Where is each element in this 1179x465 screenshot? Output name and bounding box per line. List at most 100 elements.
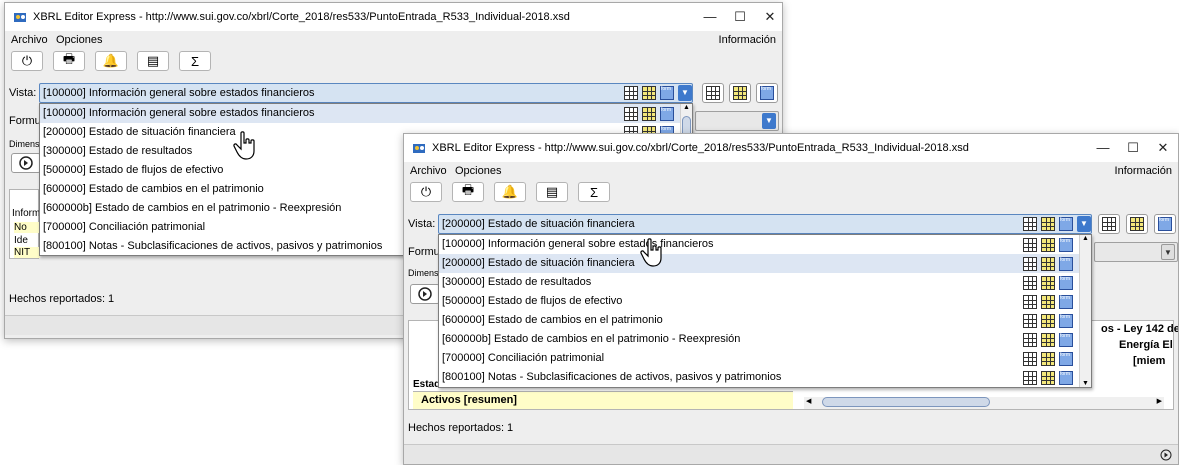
navigate-button[interactable] xyxy=(11,153,41,173)
grid-yellow-view-button[interactable] xyxy=(729,83,751,103)
formula-combo[interactable]: ▼ xyxy=(1094,242,1178,262)
chevron-down-icon[interactable]: ▼ xyxy=(678,85,692,101)
grid-yellow-icon xyxy=(1130,217,1144,231)
power-icon[interactable]: ⏻ xyxy=(410,182,442,202)
activos-row[interactable]: Activos [resumen] xyxy=(413,391,793,409)
dropdown-option[interactable]: [600000b] Estado de cambios en el patrim… xyxy=(439,330,1079,349)
menu-archivo[interactable]: Archivo xyxy=(11,34,48,46)
title-bar[interactable]: XBRL Editor Express - http://www.sui.gov… xyxy=(404,134,1178,162)
navigate-button[interactable] xyxy=(410,284,440,304)
vista-combo[interactable]: [200000] Estado de situación financiera … xyxy=(438,214,1092,234)
bell-icon[interactable]: 🔔 xyxy=(95,51,127,71)
menu-opciones[interactable]: Opciones xyxy=(56,34,102,46)
formula-combo[interactable]: ▼ xyxy=(695,111,779,131)
dropdown-option[interactable]: [300000] Estado de resultados xyxy=(439,273,1079,292)
grid-yellow-icon[interactable] xyxy=(1041,352,1055,366)
form-icon xyxy=(1158,217,1172,231)
informe-label: Inform xyxy=(12,208,41,219)
grid-icon[interactable] xyxy=(1023,352,1037,366)
dropdown-option[interactable]: [100000] Información general sobre estad… xyxy=(439,235,1079,254)
grid-yellow-icon[interactable] xyxy=(642,86,656,100)
form-view-button[interactable] xyxy=(756,83,778,103)
grid-yellow-icon[interactable] xyxy=(642,107,656,121)
form-icon[interactable] xyxy=(1059,314,1073,328)
menu-informacion[interactable]: Información xyxy=(719,34,776,46)
form-icon[interactable] xyxy=(660,86,674,100)
chevron-down-icon[interactable]: ▼ xyxy=(762,113,776,129)
vista-combo[interactable]: [100000] Información general sobre estad… xyxy=(39,83,693,103)
grid-icon[interactable] xyxy=(1023,217,1037,231)
grid-icon[interactable] xyxy=(1023,276,1037,290)
minimize-button[interactable]: — xyxy=(695,7,725,27)
navigate-circle-icon[interactable] xyxy=(1160,449,1172,461)
sigma-icon[interactable]: Σ xyxy=(578,182,610,202)
dropdown-option[interactable]: [500000] Estado de flujos de efectivo xyxy=(439,292,1079,311)
form-icon[interactable] xyxy=(1059,217,1073,231)
form-icon[interactable] xyxy=(1059,238,1073,252)
grid-icon[interactable] xyxy=(1023,371,1037,385)
dropdown-option[interactable]: [100000] Información general sobre estad… xyxy=(40,104,680,123)
close-button[interactable]: ✕ xyxy=(755,7,782,27)
scroll-thumb[interactable] xyxy=(822,397,990,407)
power-icon[interactable]: ⏻ xyxy=(11,51,43,71)
dropdown-option[interactable]: [200000] Estado de situación financiera xyxy=(439,254,1079,273)
menu-opciones[interactable]: Opciones xyxy=(455,165,501,177)
title-bar[interactable]: XBRL Editor Express - http://www.sui.gov… xyxy=(5,3,782,31)
form-icon[interactable] xyxy=(1059,276,1073,290)
form-icon[interactable] xyxy=(1059,333,1073,347)
print-icon[interactable]: 🖶 xyxy=(452,182,484,202)
form-icon[interactable] xyxy=(1059,295,1073,309)
sigma-icon[interactable]: Σ xyxy=(179,51,211,71)
menu-informacion[interactable]: Información xyxy=(1115,165,1172,177)
form-icon[interactable] xyxy=(660,107,674,121)
chevron-down-icon[interactable]: ▼ xyxy=(1077,216,1091,232)
grid-icon[interactable] xyxy=(1023,257,1037,271)
close-button[interactable]: ✕ xyxy=(1148,138,1178,158)
grid-yellow-icon[interactable] xyxy=(1041,238,1055,252)
grid-icon[interactable] xyxy=(624,107,638,121)
grid-yellow-icon[interactable] xyxy=(1041,333,1055,347)
grid-icon[interactable] xyxy=(1023,314,1037,328)
grid-view-button[interactable] xyxy=(702,83,724,103)
scroll-left-icon[interactable]: ◀ xyxy=(806,397,811,405)
maximize-button[interactable]: ☐ xyxy=(725,7,755,27)
form-icon[interactable] xyxy=(1059,352,1073,366)
grid-yellow-icon[interactable] xyxy=(1041,295,1055,309)
maximize-button[interactable]: ☐ xyxy=(1118,138,1148,158)
vista-selected: [200000] Estado de situación financiera xyxy=(442,218,635,230)
form-icon[interactable] xyxy=(1059,257,1073,271)
grid-yellow-icon[interactable] xyxy=(1041,314,1055,328)
grid-icon[interactable] xyxy=(1023,238,1037,252)
table-view-icon[interactable]: ▤ xyxy=(536,182,568,202)
grid-icon[interactable] xyxy=(624,86,638,100)
form-icon[interactable] xyxy=(1059,371,1073,385)
arrow-right-circle-icon xyxy=(19,156,33,170)
dropdown-option[interactable]: [800100] Notas - Subclasificaciones de a… xyxy=(439,368,1079,387)
bell-icon[interactable]: 🔔 xyxy=(494,182,526,202)
table-view-icon[interactable]: ▤ xyxy=(137,51,169,71)
print-icon[interactable]: 🖶 xyxy=(53,51,85,71)
form-view-button[interactable] xyxy=(1154,214,1176,234)
grid-icon xyxy=(706,86,720,100)
table-hscrollbar[interactable]: ◀ ▶ xyxy=(804,397,1164,409)
scroll-up-icon[interactable]: ▲ xyxy=(683,104,690,111)
grid-yellow-icon[interactable] xyxy=(1041,257,1055,271)
grid-yellow-icon[interactable] xyxy=(1041,217,1055,231)
scroll-right-icon[interactable]: ▶ xyxy=(1157,397,1162,405)
scroll-up-icon[interactable]: ▲ xyxy=(1082,235,1089,242)
grid-yellow-view-button[interactable] xyxy=(1126,214,1148,234)
menu-archivo[interactable]: Archivo xyxy=(410,165,447,177)
grid-icon[interactable] xyxy=(1023,295,1037,309)
grid-yellow-icon[interactable] xyxy=(1041,371,1055,385)
dropdown-option[interactable]: [700000] Conciliación patrimonial xyxy=(439,349,1079,368)
grid-icon[interactable] xyxy=(1023,333,1037,347)
window-title: XBRL Editor Express - http://www.sui.gov… xyxy=(33,11,570,23)
minimize-button[interactable]: — xyxy=(1088,138,1118,158)
grid-yellow-icon[interactable] xyxy=(1041,276,1055,290)
scroll-down-icon[interactable]: ▼ xyxy=(1082,380,1089,387)
grid-view-button[interactable] xyxy=(1098,214,1120,234)
window-title: XBRL Editor Express - http://www.sui.gov… xyxy=(432,142,969,154)
dropdown-scrollbar[interactable]: ▲ ▼ xyxy=(1079,235,1091,387)
chevron-down-icon[interactable]: ▼ xyxy=(1161,244,1175,260)
dropdown-option[interactable]: [600000] Estado de cambios en el patrimo… xyxy=(439,311,1079,330)
